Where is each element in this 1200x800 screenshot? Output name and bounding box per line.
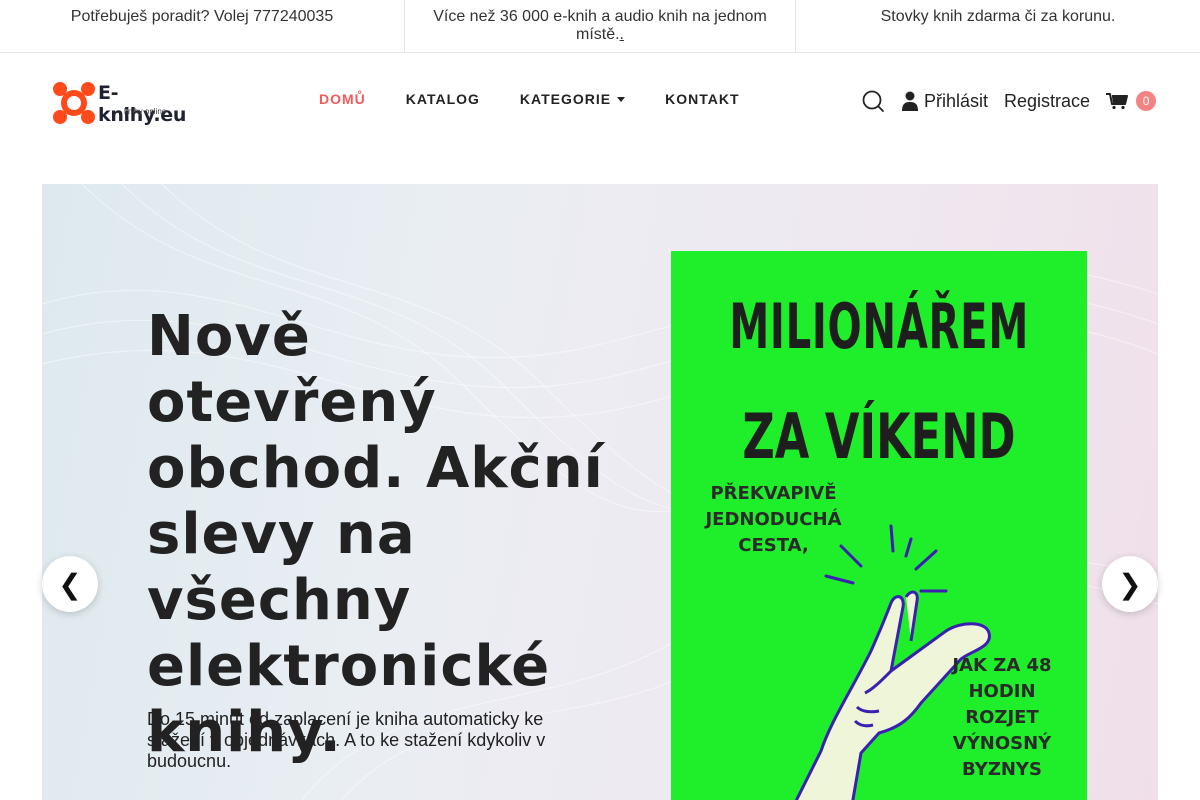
nav-catalog[interactable]: KATALOG [406,91,480,107]
main-nav: DOMŮ KATALOG KATEGORIE KONTAKT [300,91,780,107]
search-button[interactable] [862,90,884,112]
catalog-info-text: Více než 36 000 e-knih a audio knih na j… [433,8,767,43]
chevron-down-icon [617,96,626,102]
nav-categories[interactable]: KATEGORIE [519,91,626,107]
nav-home[interactable]: DOMŮ [319,91,366,107]
free-books-text: Stovky knih zdarma či za korunu. [880,8,1116,25]
help-phone-text: Potřebuješ poradit? Volej 777240035 [0,0,405,52]
logo-icon [53,82,95,124]
logo-name: E-knihy.eu [98,82,187,126]
slider-prev-button[interactable]: ❮ [42,556,98,612]
search-icon [862,90,884,112]
hero-subtitle: Do 15 minut od zaplacení je kniha automa… [147,709,546,771]
register-link[interactable]: Registrace [1004,91,1090,112]
logo-tagline: knihy online [124,107,167,116]
cart-count-badge: 0 [1136,91,1157,111]
slider-next-button[interactable]: ❯ [1102,556,1158,612]
chevron-right-icon: ❯ [1118,567,1142,601]
login-label: Přihlásit [924,90,989,111]
login-button[interactable]: Přihlásit [902,91,988,112]
hero-slider: Nově otevřený obchod. Akční slevy na vše… [42,184,1158,800]
nav-contact[interactable]: KONTAKT [665,91,739,107]
book-title-line2: ZA VÍKEND [742,400,1016,473]
top-info-bar: Potřebuješ poradit? Volej 777240035 Více… [0,0,1200,53]
book-title-line1: MILIONÁŘEM [729,290,1030,363]
chevron-left-icon: ❮ [58,567,82,601]
catalog-info-link[interactable]: . [620,26,624,43]
site-logo[interactable]: E-knihy.eu knihy online [52,81,202,126]
cart-button[interactable]: 0 [1106,91,1157,111]
header-actions: Přihlásit Registrace 0 [862,89,1157,113]
cart-icon [1106,93,1129,110]
book-cover[interactable]: MILIONÁŘEM ZA VÍKEND PŘEKVAPIVĚ JEDNODUC… [671,251,1087,800]
catalog-info: Více než 36 000 e-knih a audio knih na j… [405,0,796,52]
site-header: E-knihy.eu knihy online DOMŮ KATALOG KAT… [0,53,1200,145]
nav-categories-label: KATEGORIE [519,91,612,107]
hero-title: Nově otevřený obchod. Akční slevy na vše… [147,304,604,765]
user-icon [902,91,918,111]
book-promise-text: JAK ZA 48 HODIN ROZJET VÝNOSNÝ BYZNYS [952,655,1052,780]
